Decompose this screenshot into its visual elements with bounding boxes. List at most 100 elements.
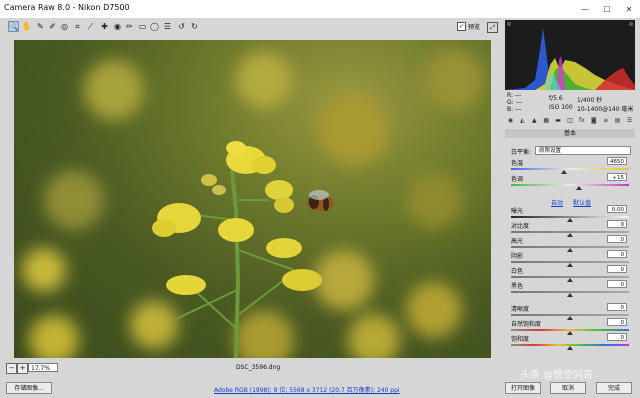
tab-tone-curve-icon[interactable]: ◭ (517, 117, 528, 127)
slider-thumb[interactable] (567, 346, 573, 350)
spot-removal-icon[interactable]: ✚ (99, 21, 110, 32)
panel-tabs: ◉ ◭ ▲ ▦ ▬ ◫ fx ◙ ≡ ▤ ☰ (505, 117, 635, 127)
red-readout: R: --- (507, 92, 522, 99)
zoom-level-select[interactable]: 17.7% (28, 363, 58, 372)
slider-label: 阴影 (511, 253, 524, 260)
done-button[interactable]: 完成 (596, 382, 632, 394)
slider-label: 对比度 (511, 223, 530, 230)
straighten-icon[interactable]: ⟋ (85, 21, 96, 32)
target-adjust-icon[interactable]: ◎ (59, 21, 70, 32)
tab-effects-icon[interactable]: fx (576, 117, 587, 127)
image-filename: DSC_3596.dng (236, 364, 281, 371)
fullscreen-icon[interactable]: ⤢ (487, 22, 498, 33)
iso-readout: ISO 100 (549, 104, 573, 111)
histogram-graph (505, 22, 635, 90)
graduated-filter-icon[interactable]: ▭ (137, 21, 148, 32)
red-eye-icon[interactable]: ◉ (112, 21, 123, 32)
blue-readout: B: --- (507, 106, 522, 113)
slider-value-field[interactable]: 0 (607, 220, 627, 228)
slider-label: 色调 (511, 176, 524, 183)
zoom-icon[interactable]: 🔍 (8, 21, 19, 32)
adjustment-brush-icon[interactable]: ✏ (124, 21, 135, 32)
hand-icon[interactable]: ✋ (21, 21, 32, 32)
image-status-bar: − + 17.7% DSC_3596.dng (0, 362, 500, 374)
slider-thumb[interactable] (567, 316, 573, 320)
footer-bar: 存储图像... Adobe RGB (1998); 8 位; 5568 x 37… (0, 380, 640, 398)
slider-thumb[interactable] (567, 331, 573, 335)
tool-bar: 🔍 ✋ ✎ ✐ ◎ ⌗ ⟋ ✚ ◉ ✏ ▭ ◯ ☰ ↺ ↻ (0, 18, 500, 36)
slider-thumb[interactable] (567, 293, 573, 297)
preview-toggle[interactable]: ✓ 预览 (457, 22, 480, 31)
slider-thumb[interactable] (576, 186, 583, 190)
window-controls: — ☐ ✕ (574, 0, 640, 18)
preview-label: 预览 (468, 24, 481, 31)
highlight-clipping-icon (629, 22, 633, 26)
default-link[interactable]: 默认值 (573, 198, 591, 207)
slider-label: 清晰度 (511, 306, 530, 313)
slider-thumb[interactable] (567, 278, 573, 282)
tab-split-toning-icon[interactable]: ▬ (553, 117, 564, 127)
tab-hsl-icon[interactable]: ▦ (541, 117, 552, 127)
tab-detail-icon[interactable]: ▲ (529, 117, 540, 127)
slider-value-field[interactable]: 0 (607, 333, 627, 341)
tab-snapshots-icon[interactable]: ▤ (612, 117, 623, 127)
watermark: 头条 @悟空问答 (520, 370, 594, 381)
shadow-clipping-icon (507, 22, 511, 26)
slider-value-field[interactable]: 0 (607, 303, 627, 311)
crop-icon[interactable]: ⌗ (72, 21, 83, 32)
bee (306, 190, 334, 211)
image-preview[interactable] (14, 40, 491, 358)
rotate-left-icon[interactable]: ↺ (176, 21, 187, 32)
slider-thumb[interactable] (567, 248, 573, 252)
save-image-button[interactable]: 存储图像... (6, 382, 52, 394)
open-image-button[interactable]: 打开图像 (505, 382, 541, 394)
radial-filter-icon[interactable]: ◯ (149, 21, 160, 32)
tab-camera-calibration-icon[interactable]: ◙ (588, 117, 599, 127)
slider-label: 色温 (511, 160, 524, 167)
adjustment-panel: R: --- G: --- B: --- f/5.6 1/400 秒 ISO 1… (503, 18, 640, 380)
slider-thumb[interactable] (567, 263, 573, 267)
slider-label: 自然饱和度 (511, 321, 542, 328)
cancel-button[interactable]: 取消 (550, 382, 586, 394)
aperture-readout: f/5.6 (549, 95, 563, 102)
slider-track[interactable] (511, 184, 629, 186)
eyedropper-icon[interactable]: ✎ (35, 21, 46, 32)
slider-value-field[interactable]: 4650 (607, 157, 627, 165)
tab-presets-icon[interactable]: ≡ (600, 117, 611, 127)
slider-value-field[interactable]: 0 (607, 318, 627, 326)
slider-value-field[interactable]: 0 (607, 280, 627, 288)
shutter-readout: 1/400 秒 (577, 97, 603, 104)
slider-track[interactable] (511, 168, 629, 170)
slider-value-field[interactable]: 0 (607, 265, 627, 273)
preferences-icon[interactable]: ☰ (162, 21, 173, 32)
zoom-out-button[interactable]: − (6, 363, 17, 374)
white-balance-label: 白平衡: (511, 149, 532, 156)
slider-thumb[interactable] (561, 170, 568, 174)
slider-thumb[interactable] (567, 218, 573, 222)
slider-label: 高光 (511, 238, 524, 245)
tab-lens-icon[interactable]: ◫ (565, 117, 576, 127)
slider-value-field[interactable]: 0 (607, 235, 627, 243)
maximize-button[interactable]: ☐ (596, 0, 618, 18)
minimize-button[interactable]: — (574, 0, 596, 18)
tab-basic-icon[interactable]: ◉ (505, 117, 516, 127)
rotate-right-icon[interactable]: ↻ (189, 21, 200, 32)
section-title: 基本 (505, 129, 635, 138)
slider-value-field[interactable]: 0.00 (607, 205, 627, 213)
readout-info: R: --- G: --- B: --- f/5.6 1/400 秒 ISO 1… (505, 92, 635, 114)
preview-checkbox[interactable]: ✓ (457, 22, 466, 31)
color-sampler-icon[interactable]: ✐ (47, 21, 58, 32)
slider-label: 饱和度 (511, 336, 530, 343)
white-balance-select[interactable]: 原照设置 (535, 146, 631, 155)
slider-value-field[interactable]: +15 (607, 173, 627, 181)
slider-value-field[interactable]: 0 (607, 250, 627, 258)
panel-menu-icon[interactable]: ☰ (624, 117, 635, 127)
auto-link[interactable]: 自动 (551, 198, 563, 207)
title-bar: Camera Raw 8.0 - Nikon D7500 — ☐ ✕ (0, 0, 640, 18)
histogram (505, 20, 635, 90)
zoom-in-button[interactable]: + (17, 363, 28, 374)
close-button[interactable]: ✕ (618, 0, 640, 18)
photo-canvas (22, 50, 484, 358)
workflow-options-link[interactable]: Adobe RGB (1998); 8 位; 5568 x 3712 (20.7… (214, 385, 400, 394)
slider-thumb[interactable] (567, 233, 573, 237)
